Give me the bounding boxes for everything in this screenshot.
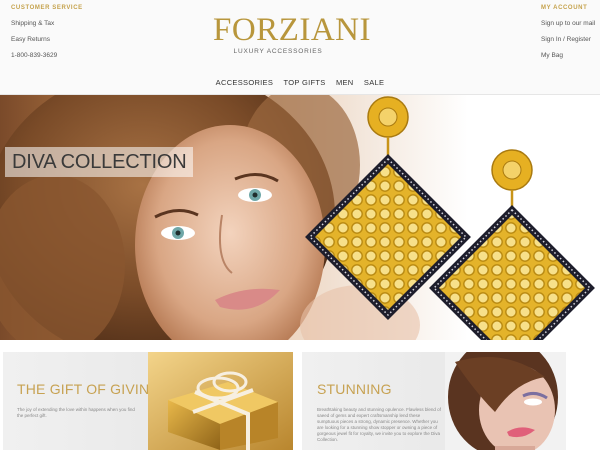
- nav-top-gifts[interactable]: TOP GIFTS: [284, 78, 326, 87]
- promo-text: Breathtaking beauty and stunning opulenc…: [317, 407, 441, 442]
- promo-title: THE GIFT OF GIVING: [17, 381, 161, 397]
- main-nav: ACCESSORIES TOP GIFTS MEN SALE: [0, 78, 600, 87]
- customer-service-title: CUSTOMER SERVICE: [11, 5, 83, 11]
- account-title: MY ACCOUNT: [541, 5, 588, 11]
- phone-number: 1-800-839-3629: [11, 52, 58, 59]
- nav-sale[interactable]: SALE: [364, 78, 384, 87]
- brand-logo[interactable]: FORZIANI LUXURY ACCESSORIES: [213, 12, 371, 55]
- hero-image: [0, 95, 595, 340]
- mail-signup-link[interactable]: Sign up to our mail: [541, 20, 595, 27]
- site-header: CUSTOMER SERVICE Shipping & Tax Easy Ret…: [0, 0, 600, 95]
- promo-stunning[interactable]: STUNNING Breathtaking beauty and stunnin…: [302, 352, 566, 450]
- nav-accessories[interactable]: ACCESSORIES: [216, 78, 273, 87]
- customer-service-menu: CUSTOMER SERVICE Shipping & Tax Easy Ret…: [11, 5, 83, 59]
- promo-text: The joy of extending the love within hap…: [17, 407, 135, 418]
- shipping-tax-link[interactable]: Shipping & Tax: [11, 20, 83, 27]
- nav-men[interactable]: MEN: [336, 78, 354, 87]
- gift-box-image: [148, 352, 293, 450]
- my-bag-link[interactable]: My Bag: [541, 52, 595, 59]
- hero-banner[interactable]: DIVA COLLECTION: [0, 95, 600, 340]
- brand-tagline: LUXURY ACCESSORIES: [233, 48, 323, 55]
- promo-title: STUNNING: [317, 381, 392, 397]
- hero-collection-label[interactable]: DIVA COLLECTION: [5, 147, 194, 177]
- promo-gift-of-giving[interactable]: THE GIFT OF GIVING The joy of extending …: [3, 352, 293, 450]
- sign-in-register-link[interactable]: Sign In / Register: [541, 36, 595, 43]
- account-menu: MY ACCOUNT Sign up to our mail Sign In /…: [541, 5, 595, 59]
- model-portrait-image: [445, 352, 566, 450]
- easy-returns-link[interactable]: Easy Returns: [11, 36, 83, 43]
- brand-name: FORZIANI: [213, 12, 371, 48]
